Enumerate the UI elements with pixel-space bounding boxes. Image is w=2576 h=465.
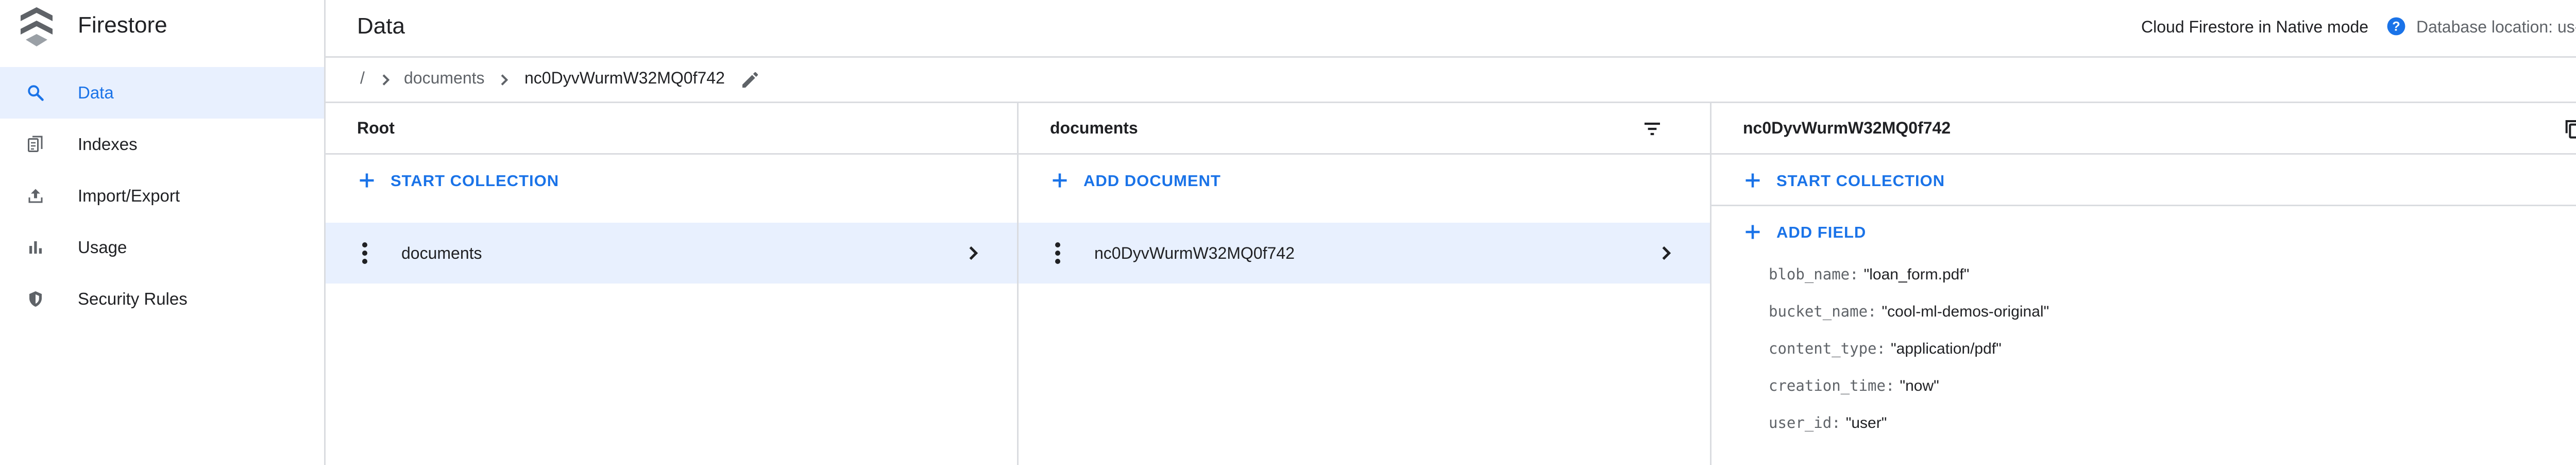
add-field-button[interactable]: ADD FIELD bbox=[1711, 206, 2576, 258]
sidebar-item-label: Import/Export bbox=[78, 186, 180, 205]
plus-icon bbox=[1053, 173, 1067, 188]
copy-icon[interactable] bbox=[2563, 119, 2576, 139]
firestore-logo-icon bbox=[21, 7, 53, 46]
root-panel: Root START COLLECTION documents bbox=[326, 103, 1019, 465]
app-name: Firestore bbox=[78, 12, 167, 38]
top-header: Data Cloud Firestore in Native mode ? Da… bbox=[326, 0, 2576, 58]
document-panel-header: nc0DyvWurmW32MQ0f742 bbox=[1711, 103, 2576, 155]
plus-icon bbox=[360, 173, 374, 188]
indexes-icon bbox=[28, 136, 43, 152]
more-vert-icon[interactable] bbox=[1055, 242, 1061, 264]
plus-icon bbox=[1745, 225, 1760, 239]
shield-icon bbox=[29, 291, 42, 307]
field-value: "cool-ml-demos-original" bbox=[1882, 303, 2049, 320]
search-icon bbox=[28, 85, 44, 101]
sidebar-item-import-export[interactable]: Import/Export bbox=[0, 170, 324, 222]
field-key: bucket_name: bbox=[1769, 303, 1877, 320]
sidebar-item-usage[interactable]: Usage bbox=[0, 222, 324, 273]
more-vert-icon[interactable] bbox=[362, 242, 368, 264]
sidebar: Firestore Data Indexes Import/Export Usa… bbox=[0, 0, 326, 465]
page-title: Data bbox=[357, 13, 405, 39]
field-row[interactable]: user_id: "user" bbox=[1769, 414, 1887, 432]
breadcrumb-collection[interactable]: documents bbox=[404, 69, 485, 88]
field-value: "application/pdf" bbox=[1890, 340, 2002, 357]
breadcrumb-document[interactable]: nc0DyvWurmW32MQ0f742 bbox=[524, 69, 725, 88]
sidebar-item-label: Indexes bbox=[78, 135, 138, 154]
chevron-right-icon bbox=[501, 74, 509, 86]
filter-icon[interactable] bbox=[1642, 119, 1663, 139]
field-key: creation_time: bbox=[1769, 377, 1895, 394]
field-row[interactable]: content_type: "application/pdf" bbox=[1769, 340, 2002, 358]
chevron-right-icon bbox=[1662, 246, 1671, 260]
list-item[interactable]: nc0DyvWurmW32MQ0f742 bbox=[1019, 223, 1710, 284]
field-row[interactable]: bucket_name: "cool-ml-demos-original" bbox=[1769, 303, 2049, 321]
root-panel-title: Root bbox=[357, 119, 395, 137]
field-row[interactable]: creation_time: "now" bbox=[1769, 377, 1939, 395]
collection-name: documents bbox=[401, 244, 482, 262]
add-document-label: ADD DOCUMENT bbox=[1083, 172, 1221, 190]
breadcrumb: / documents nc0DyvWurmW32MQ0f742 bbox=[326, 59, 2576, 103]
start-collection-label: START COLLECTION bbox=[391, 172, 560, 190]
field-key: content_type: bbox=[1769, 340, 1886, 357]
upload-icon bbox=[28, 189, 43, 203]
sidebar-item-indexes[interactable]: Indexes bbox=[0, 119, 324, 170]
field-key: blob_name: bbox=[1769, 265, 1859, 283]
bar-chart-icon bbox=[29, 241, 42, 254]
plus-icon bbox=[1745, 173, 1760, 188]
start-subcollection-button[interactable]: START COLLECTION bbox=[1711, 155, 2576, 206]
field-value: "loan_form.pdf" bbox=[1863, 266, 1970, 283]
field-value: "now" bbox=[1900, 377, 1939, 394]
sidebar-item-label: Usage bbox=[78, 238, 127, 257]
collection-panel-title: documents bbox=[1050, 119, 1138, 137]
database-location: Database location: us-east1 bbox=[2416, 18, 2576, 36]
chevron-right-icon bbox=[382, 74, 390, 86]
collection-panel-header: documents bbox=[1019, 103, 1710, 155]
svg-text:?: ? bbox=[2392, 20, 2400, 34]
help-icon[interactable]: ? bbox=[2386, 16, 2406, 36]
root-panel-header: Root bbox=[326, 103, 1017, 155]
add-document-button[interactable]: ADD DOCUMENT bbox=[1019, 155, 1710, 206]
start-collection-label: START COLLECTION bbox=[1776, 172, 1945, 190]
collection-panel: documents ADD DOCUMENT nc0DyvWurmW32MQ0f… bbox=[1019, 103, 1711, 465]
sidebar-item-label: Data bbox=[78, 83, 114, 102]
field-key: user_id: bbox=[1769, 414, 1841, 431]
document-panel-title: nc0DyvWurmW32MQ0f742 bbox=[1743, 119, 1951, 137]
brand[interactable]: Firestore bbox=[0, 0, 326, 54]
list-item[interactable]: documents bbox=[326, 223, 1017, 284]
add-field-label: ADD FIELD bbox=[1776, 223, 1867, 241]
database-mode: Cloud Firestore in Native mode bbox=[2141, 18, 2369, 36]
sidebar-item-label: Security Rules bbox=[78, 289, 188, 308]
edit-pencil-icon[interactable] bbox=[740, 70, 760, 90]
breadcrumb-root[interactable]: / bbox=[360, 69, 365, 88]
sidebar-item-data[interactable]: Data bbox=[0, 67, 324, 119]
field-row[interactable]: blob_name: "loan_form.pdf" bbox=[1769, 265, 1969, 284]
chevron-right-icon bbox=[969, 246, 978, 260]
sidebar-nav: Data Indexes Import/Export Usage Securit… bbox=[0, 67, 324, 325]
field-value: "user" bbox=[1845, 414, 1887, 431]
sidebar-item-security-rules[interactable]: Security Rules bbox=[0, 273, 324, 325]
document-id: nc0DyvWurmW32MQ0f742 bbox=[1094, 244, 1295, 262]
document-panel: nc0DyvWurmW32MQ0f742 START COLLECTION AD… bbox=[1711, 103, 2576, 465]
start-collection-button[interactable]: START COLLECTION bbox=[326, 155, 1017, 206]
